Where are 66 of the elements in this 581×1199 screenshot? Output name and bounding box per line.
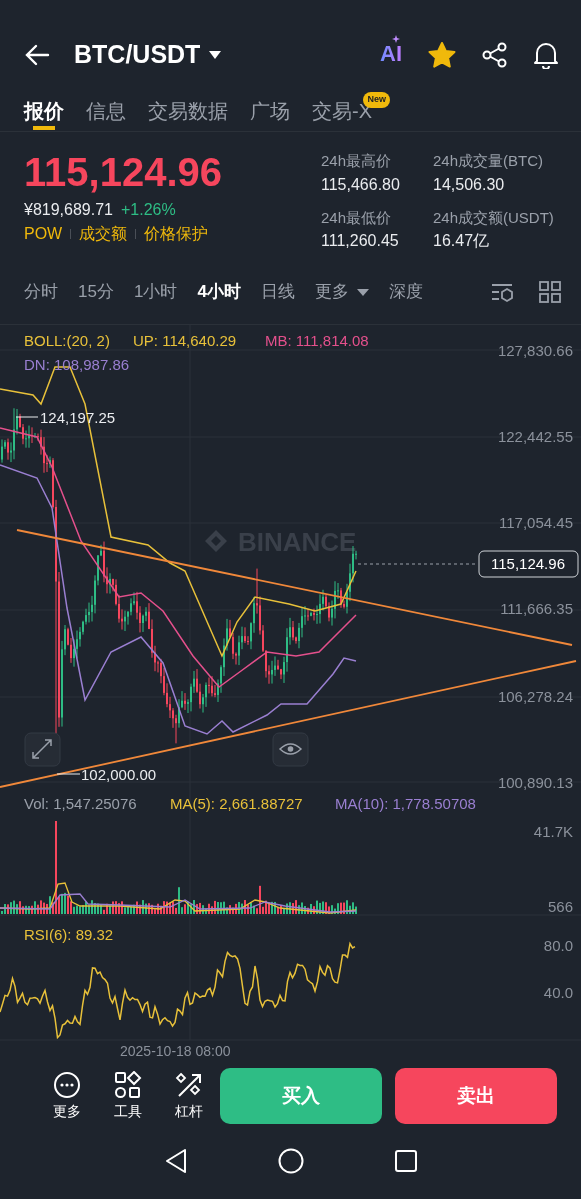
stat-label: 24h最低价: [321, 207, 393, 228]
interval-tab[interactable]: 日线: [260, 279, 295, 305]
indicator-value: BOLL:(20, 2): [24, 332, 110, 349]
indicator-value: RSI(6): 89.32: [24, 926, 114, 943]
stat-value: 14,506.30: [433, 174, 506, 195]
tools-icon: [114, 1070, 142, 1099]
indicator-value: UP: 114,640.29: [133, 332, 237, 349]
percent-arrow-icon: [175, 1070, 204, 1099]
bell-icon[interactable]: [533, 41, 559, 69]
stat-label: 24h成交额(USDT): [433, 207, 555, 228]
back-nav-icon[interactable]: [163, 1147, 188, 1174]
tag-link[interactable]: 成交额: [79, 222, 128, 246]
stat-label: 24h成交量(BTC): [433, 151, 545, 171]
stat-value: 115,466.80: [321, 174, 401, 195]
interval-tab[interactable]: 1小时: [133, 279, 178, 305]
expand-button[interactable]: [24, 732, 61, 767]
stat-value: 16.47亿: [433, 231, 491, 251]
recents-nav-icon[interactable]: [393, 1148, 418, 1173]
indicator-value: DN: 108,987.86: [24, 356, 130, 373]
caret-icon[interactable]: [208, 49, 223, 61]
price-axis-label: 111,666.35: [500, 600, 573, 617]
share-icon[interactable]: [482, 42, 507, 68]
sparkle-icon: [392, 34, 400, 43]
stat-value: 111,260.45: [321, 231, 400, 251]
price-axis-label: 106,278.24: [497, 688, 573, 705]
last-price: 115,124.96: [24, 150, 223, 194]
star-icon[interactable]: [428, 42, 456, 68]
tab[interactable]: 信息: [86, 90, 126, 131]
tag-link[interactable]: 价格保护: [144, 222, 209, 246]
price-axis-label: 127,830.66: [497, 342, 573, 359]
time-axis-label: 2025-10-18 08:00: [120, 1043, 231, 1059]
action-button[interactable]: 杠杆: [158, 1070, 220, 1122]
volume-axis-label: 566: [547, 898, 573, 915]
tab[interactable]: 报价: [24, 90, 64, 131]
tab[interactable]: 广场: [250, 90, 290, 131]
home-nav-icon[interactable]: [277, 1147, 304, 1174]
indicator-value: MA(5): 2,661.88727: [170, 795, 303, 812]
interval-tab[interactable]: 15分: [78, 279, 114, 305]
tab[interactable]: 交易数据: [148, 90, 228, 131]
action-button[interactable]: 更多: [36, 1070, 98, 1122]
interval-tab[interactable]: 4小时: [197, 279, 241, 305]
tag-link[interactable]: POW: [24, 222, 63, 246]
indicator-settings-icon[interactable]: [491, 281, 513, 303]
interval-tab[interactable]: 分时: [24, 279, 58, 305]
price-axis-label: 117,054.45: [499, 514, 573, 531]
indicator-value: MB: 111,814.08: [265, 332, 369, 349]
rsi-axis-label: 80.0: [543, 937, 573, 954]
price-change: +1.26%: [121, 200, 176, 220]
current-price-label: 115,124.96: [478, 550, 579, 578]
price-axis-label: 100,890.13: [497, 774, 573, 790]
pair-title[interactable]: BTC/USDT: [74, 36, 201, 74]
volume-axis-label: 41.7K: [533, 823, 573, 840]
fiat-price: ¥819,689.71: [24, 200, 113, 220]
interval-tab[interactable]: 深度: [388, 279, 423, 305]
eye-button[interactable]: [272, 732, 309, 767]
indicator-value: MA(10): 1,778.50708: [335, 795, 476, 812]
action-button[interactable]: 工具: [97, 1070, 159, 1122]
more-icon: [52, 1070, 81, 1099]
indicator-value: Vol: 1,547.25076: [24, 795, 137, 812]
grid-icon[interactable]: [539, 281, 561, 303]
sell-button[interactable]: 卖出: [395, 1068, 557, 1124]
interval-tab[interactable]: 更多: [314, 279, 369, 305]
rsi-axis-label: 40.0: [543, 984, 573, 1001]
stat-label: 24h最高价: [321, 151, 393, 171]
price-axis-label: 122,442.55: [497, 428, 573, 445]
back-icon[interactable]: [24, 42, 50, 68]
